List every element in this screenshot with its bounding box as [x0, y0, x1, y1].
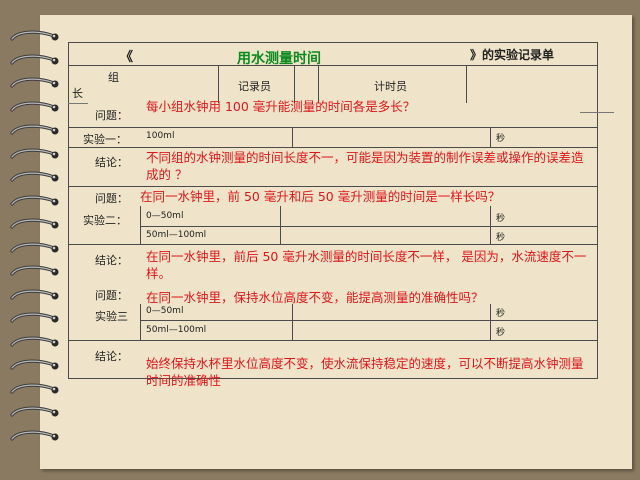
table-divider — [140, 304, 141, 340]
experiment-2-label: 实验二： — [83, 214, 127, 227]
binding-ring — [8, 383, 60, 397]
binding-ring — [8, 430, 60, 444]
conclusion-label: 结论： — [95, 156, 128, 169]
conclusion-text: 不同组的水钟测量的时间长度不一，可能是因为装置的制作误差或操作的误差造成的 ？ — [146, 150, 584, 182]
binding-ring — [8, 359, 60, 373]
binding-ring — [8, 336, 60, 350]
binding-ring — [8, 312, 60, 326]
table-divider — [68, 65, 598, 66]
notebook-page — [40, 15, 632, 469]
timer-label: 计时员 — [374, 80, 407, 93]
table-divider — [68, 127, 598, 128]
binding-ring — [8, 54, 60, 68]
table-border-left — [68, 42, 69, 378]
conclusion-text: 在同一水钟里，前后 50 毫升水测量的时间长度不一样， 是因为，水流速度不一样。 — [146, 249, 587, 281]
experiment-3-row1: 0—50ml — [146, 306, 184, 316]
experiment-1-unit: 秒 — [496, 134, 506, 144]
binding-ring — [8, 124, 60, 138]
recorder-label: 记录员 — [238, 80, 271, 93]
question-label: 问题： — [95, 109, 128, 122]
table-divider — [292, 127, 293, 147]
title-bracket-open: 《 — [120, 50, 134, 65]
binding-ring — [8, 265, 60, 279]
table-divider — [68, 103, 88, 104]
table-divider — [466, 65, 467, 103]
question-label: 问题： — [95, 192, 128, 205]
experiment-2-unit1: 秒 — [496, 214, 506, 224]
experiment-3-label: 实验三 — [95, 310, 128, 323]
binding-ring — [8, 30, 60, 44]
binding-ring — [8, 77, 60, 91]
experiment-1-amount: 100ml — [146, 131, 175, 141]
question-text: 每小组水钟用 100 毫升能测量的时间各是多长？ — [146, 99, 416, 114]
experiment-3-unit1: 秒 — [496, 309, 506, 319]
table-divider — [490, 206, 491, 244]
table-border-top — [68, 42, 598, 43]
conclusion-label: 结论： — [95, 254, 128, 267]
experiment-2-row1: 0—50ml — [146, 211, 184, 221]
experiment-1-label: 实验一： — [83, 133, 127, 146]
table-divider — [68, 147, 598, 148]
conclusion-label: 结论： — [95, 350, 128, 363]
experiment-2-row2: 50ml—100ml — [146, 230, 207, 240]
experiment-3-unit2: 秒 — [496, 328, 506, 338]
page-title: 用水测量时间 — [237, 51, 321, 67]
question-label: 问题： — [95, 289, 128, 302]
leader-label: 组长 — [72, 71, 119, 100]
binding-ring — [8, 171, 60, 185]
table-divider — [490, 304, 491, 340]
title-suffix: 》的实验记录单 — [470, 48, 555, 62]
experiment-3-row2: 50ml—100ml — [146, 325, 207, 335]
table-divider — [292, 304, 293, 340]
binding-ring — [8, 218, 60, 232]
binding-ring — [8, 242, 60, 256]
table-divider — [68, 186, 598, 187]
table-border-right — [597, 42, 598, 378]
binding-ring — [8, 148, 60, 162]
question-text: 在同一水钟里，保持水位高度不变，能提高测量的准确性吗？ — [146, 290, 484, 305]
experiment-2-unit2: 秒 — [496, 233, 506, 243]
table-divider — [140, 206, 141, 244]
table-divider — [68, 244, 598, 245]
table-divider — [140, 226, 598, 227]
question-text: 在同一水钟里，前 50 毫升和后 50 毫升测量的时间是一样长吗？ — [140, 189, 501, 204]
table-divider — [280, 206, 281, 244]
table-divider — [68, 340, 598, 341]
binding-ring — [8, 195, 60, 209]
table-divider — [490, 127, 491, 147]
table-divider — [140, 320, 598, 321]
binding-ring — [8, 101, 60, 115]
binding-ring — [8, 406, 60, 420]
conclusion-text: 始终保持水杯里水位高度不变，使水流保持稳定的速度，可以不断提高水钟测量时间的准确… — [146, 356, 584, 388]
binding-ring — [8, 289, 60, 303]
table-divider — [580, 112, 614, 113]
